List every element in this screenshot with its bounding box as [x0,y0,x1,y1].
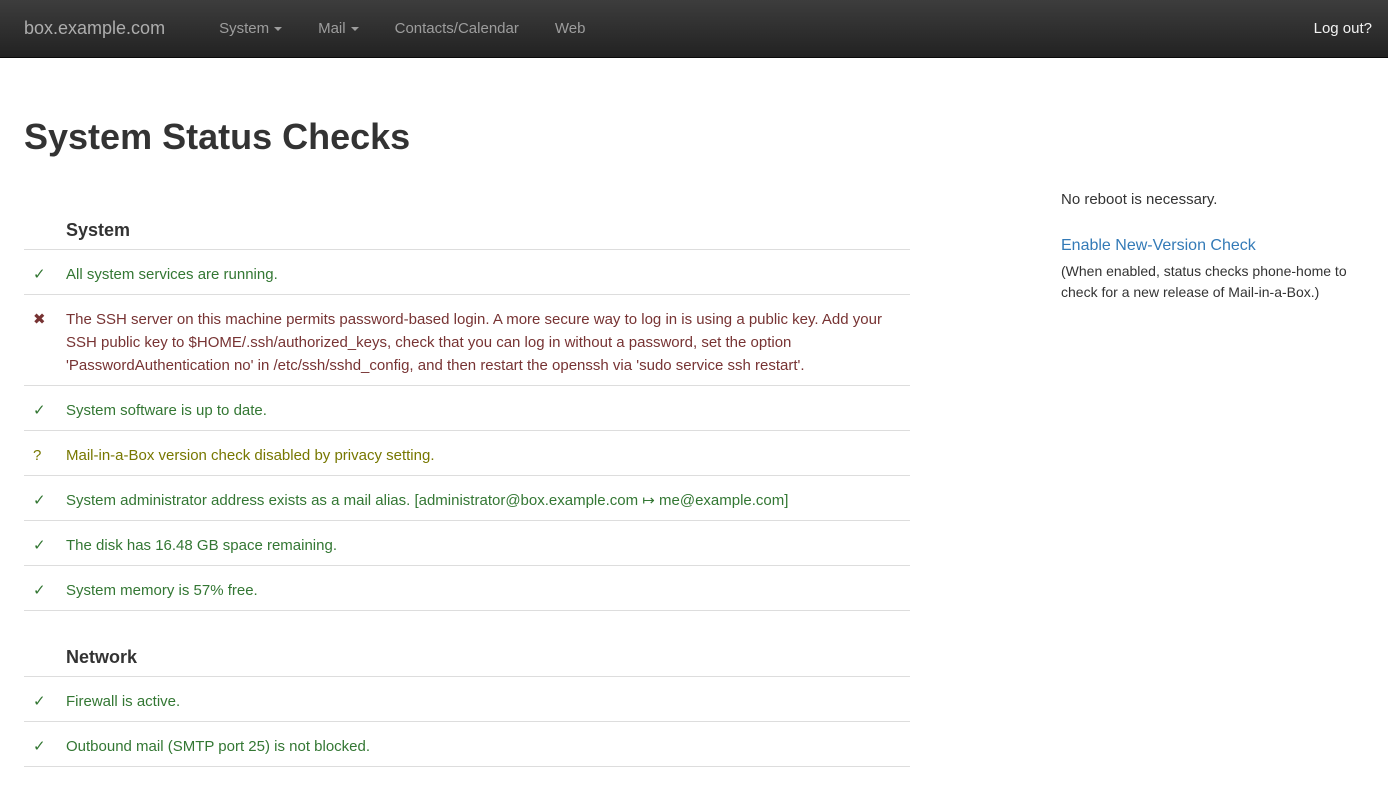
status-check-row: ✓All system services are running. [24,250,910,295]
status-ok-icon: ✓ [24,521,66,565]
status-check-row: ✓Firewall is active. [24,677,910,722]
status-ok-icon: ✓ [24,677,66,721]
status-checks-table: System✓All system services are running.✖… [24,210,910,767]
status-check-text: System memory is 57% free. [66,566,910,610]
status-check-row: ✓Outbound mail (SMTP port 25) is not blo… [24,722,910,767]
status-check-row: ?Mail-in-a-Box version check disabled by… [24,431,910,476]
check-section: Network✓Firewall is active.✓Outbound mai… [24,611,910,767]
status-check-row: ✓The disk has 16.48 GB space remaining. [24,521,910,566]
nav-item-mail[interactable]: Mail [300,0,377,58]
status-check-row: ✓System memory is 57% free. [24,566,910,611]
nav-item-web[interactable]: Web [537,0,604,58]
status-ok-icon: ✓ [24,386,66,430]
enable-new-version-check-link[interactable]: Enable New-Version Check [1061,236,1256,256]
page-title: System Status Checks [24,117,410,157]
navbar-brand[interactable]: box.example.com [0,18,165,39]
nav-item-label: Web [555,20,586,37]
reboot-status-text: No reboot is necessary. [1061,190,1373,209]
status-check-text: The disk has 16.48 GB space remaining. [66,521,910,565]
nav-item-label: Contacts/Calendar [395,20,519,37]
status-warning-icon: ? [24,431,66,475]
logout-link[interactable]: Log out? [1314,0,1372,58]
status-check-text: Firewall is active. [66,677,910,721]
side-panel: No reboot is necessary. Enable New-Versi… [1061,190,1373,303]
status-check-row: ✓System administrator address exists as … [24,476,910,521]
nav-item-label: Mail [318,20,346,37]
check-section: System✓All system services are running.✖… [24,210,910,611]
caret-down-icon [351,27,359,31]
top-navbar: box.example.com System Mail Contacts/Cal… [0,0,1388,58]
status-check-text: System software is up to date. [66,386,910,430]
status-ok-icon: ✓ [24,476,66,520]
check-section-heading: Network [24,611,910,677]
status-check-text: Mail-in-a-Box version check disabled by … [66,431,910,475]
status-check-text: The SSH server on this machine permits p… [66,295,910,385]
status-ok-icon: ✓ [24,722,66,766]
nav-item-label: System [219,20,269,37]
status-check-row: ✖The SSH server on this machine permits … [24,295,910,386]
check-section-heading: System [24,210,910,250]
status-check-row: ✓System software is up to date. [24,386,910,431]
status-error-icon: ✖ [24,295,66,385]
status-check-text: All system services are running. [66,250,910,294]
status-check-text: System administrator address exists as a… [66,476,910,520]
status-ok-icon: ✓ [24,250,66,294]
enable-new-version-check-note: (When enabled, status checks phone-home … [1061,261,1373,303]
nav-item-system[interactable]: System [201,0,300,58]
nav-item-contacts-calendar[interactable]: Contacts/Calendar [377,0,537,58]
status-ok-icon: ✓ [24,566,66,610]
caret-down-icon [274,27,282,31]
status-check-text: Outbound mail (SMTP port 25) is not bloc… [66,722,910,766]
